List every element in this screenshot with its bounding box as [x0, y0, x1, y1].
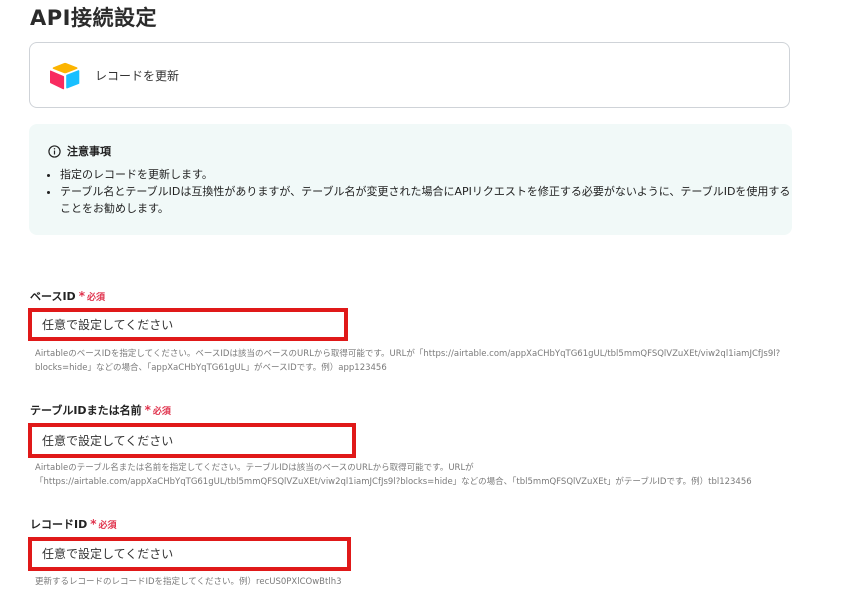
notice-header: 注意事項 — [48, 143, 111, 159]
info-icon — [48, 144, 61, 158]
base-id-label: ベースID * 必須 — [30, 288, 105, 304]
table-id-input-wrapper — [28, 423, 356, 458]
required-star: * — [144, 403, 151, 417]
action-label: レコードを更新 — [95, 69, 180, 83]
field-label-text: テーブルIDまたは名前 — [30, 404, 142, 417]
notice-title: 注意事項 — [67, 145, 111, 158]
record-id-input-wrapper — [28, 537, 351, 571]
api-connection-settings-page: API接続設定 レコードを更新 注意事項 指定のレコードを更新します。 テーブル… — [0, 0, 862, 604]
table-id-help: Airtableのテーブル名または名前を指定してください。テーブルIDは該当のベ… — [35, 463, 752, 487]
table-id-label: テーブルIDまたは名前 * 必須 — [30, 402, 171, 418]
required-badge: 必須 — [98, 521, 117, 531]
base-id-input-wrapper — [28, 308, 348, 341]
notice-item: テーブル名とテーブルIDは互換性がありますが、テーブル名が変更された場合にAPI… — [60, 183, 795, 217]
required-badge: 必須 — [152, 407, 171, 417]
required-badge: 必須 — [86, 293, 105, 303]
airtable-logo — [50, 62, 80, 90]
table-id-input[interactable] — [32, 427, 352, 454]
action-card[interactable]: レコードを更新 — [29, 42, 790, 108]
record-id-help: 更新するレコードのレコードIDを指定してください。例）recUS0PXlCOwB… — [35, 577, 342, 587]
record-id-label: レコードID * 必須 — [30, 516, 117, 532]
required-star: * — [78, 289, 85, 303]
notice-list: 指定のレコードを更新します。 テーブル名とテーブルIDは互換性がありますが、テー… — [48, 166, 795, 217]
base-id-input[interactable] — [32, 312, 344, 337]
required-star: * — [90, 517, 97, 531]
field-label-text: レコードID — [30, 518, 88, 531]
notice-box: 注意事項 指定のレコードを更新します。 テーブル名とテーブルIDは互換性がありま… — [29, 124, 792, 235]
record-id-input[interactable] — [32, 541, 347, 567]
field-label-text: ベースID — [30, 290, 76, 303]
base-id-help: AirtableのベースIDを指定してください。ベースIDは該当のベースのURL… — [35, 349, 781, 373]
notice-item: 指定のレコードを更新します。 — [60, 166, 795, 183]
page-title: API接続設定 — [30, 6, 157, 30]
